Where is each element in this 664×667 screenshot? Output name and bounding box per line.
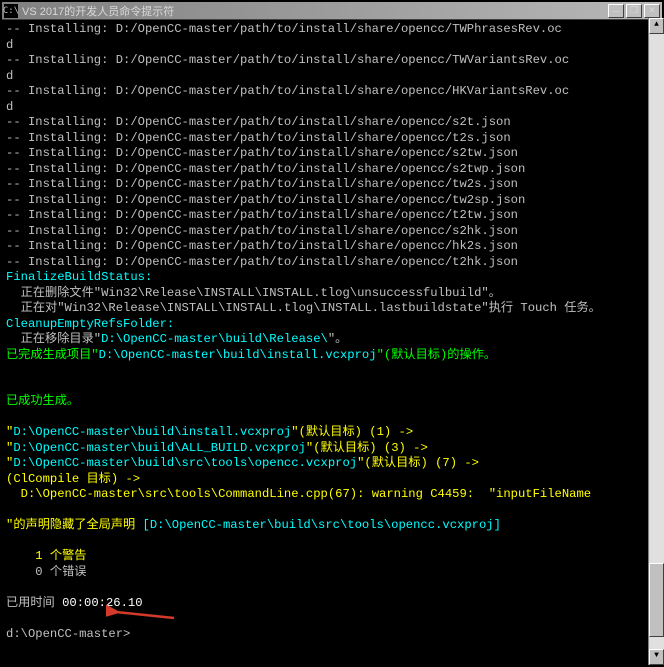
scroll-thumb[interactable]: [649, 563, 664, 637]
maximize-button[interactable]: ❐: [626, 4, 642, 18]
window-title: VS 2017的开发人员命令提示符: [22, 3, 608, 19]
cmd-icon: C:\: [4, 4, 18, 18]
scroll-up-button[interactable]: ▲: [649, 18, 664, 34]
close-button[interactable]: ✕: [644, 4, 660, 18]
minimize-button[interactable]: ─: [608, 4, 624, 18]
titlebar: C:\ VS 2017的开发人员命令提示符 ─ ❐ ✕: [2, 2, 662, 20]
window-controls: ─ ❐ ✕: [608, 4, 660, 18]
command-prompt-window: C:\ VS 2017的开发人员命令提示符 ─ ❐ ✕ -- Installin…: [0, 0, 664, 667]
scroll-track[interactable]: [649, 34, 664, 649]
terminal-output[interactable]: -- Installing: D:/OpenCC-master/path/to/…: [2, 20, 662, 665]
command-prompt: d:\OpenCC-master>: [6, 627, 130, 641]
vertical-scrollbar[interactable]: ▲ ▼: [648, 18, 664, 665]
scroll-down-button[interactable]: ▼: [649, 649, 664, 665]
